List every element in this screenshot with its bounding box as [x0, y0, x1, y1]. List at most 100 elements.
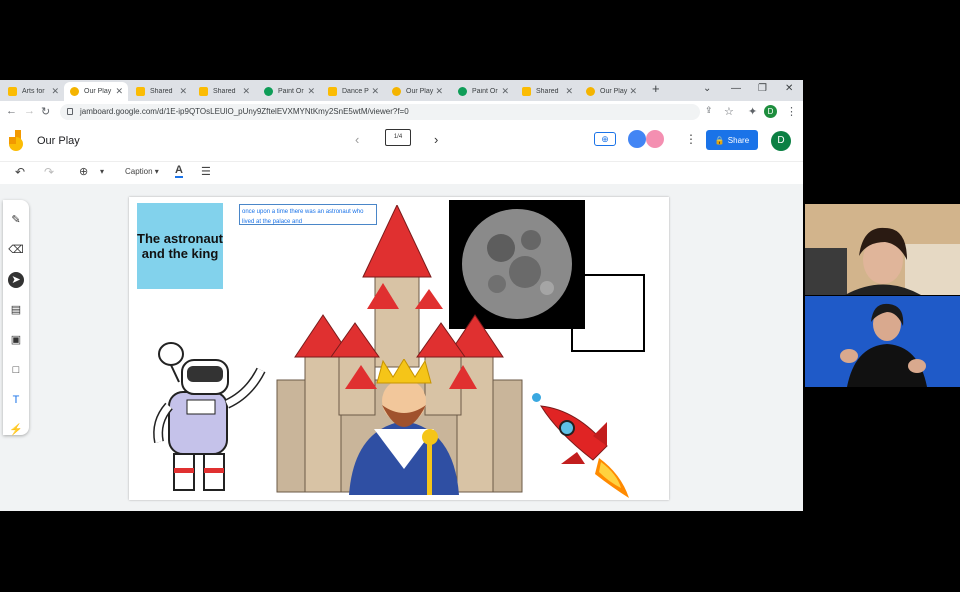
close-icon[interactable]: ✕	[435, 86, 443, 96]
close-icon[interactable]: ✕	[307, 86, 315, 96]
image-icon[interactable]: ▣	[8, 332, 24, 348]
rocket-image[interactable]	[537, 402, 633, 500]
slides-icon	[199, 87, 208, 96]
restore-icon[interactable]: ❐	[758, 83, 767, 94]
jamboard-icon	[392, 87, 401, 96]
video-tile-participant-1	[805, 204, 960, 295]
tab-paint[interactable]: Paint Or ✕	[452, 82, 514, 101]
zoom-dropdown-icon[interactable]: ▾	[100, 167, 104, 176]
close-window-icon[interactable]: ✕	[785, 83, 793, 94]
address-bar-row: ← → ↻ jamboard.google.com/d/1E-ip9QTOsLE…	[0, 101, 803, 124]
king-image[interactable]	[339, 359, 469, 495]
share-button[interactable]: 🔒 Share	[706, 130, 758, 150]
slides-icon	[8, 87, 17, 96]
close-icon[interactable]: ✕	[242, 86, 250, 96]
tab-label: Shared	[536, 88, 559, 95]
close-icon[interactable]: ✕	[629, 86, 637, 96]
tab-shared[interactable]: Shared ✕	[130, 82, 192, 101]
sticky-note[interactable]: The astronaut and the king	[137, 203, 223, 289]
more-vert-icon[interactable]: ⋮	[786, 105, 797, 118]
astronaut-image[interactable]	[149, 342, 269, 497]
document-title[interactable]: Our Play	[37, 135, 80, 147]
app-header: Our Play ‹ 1/4 › ⊕ ⋮ 🔒 Share D	[0, 123, 803, 159]
sticky-note-icon[interactable]: ▤	[8, 302, 24, 318]
undo-icon[interactable]: ↶	[15, 165, 25, 179]
close-icon[interactable]: ✕	[115, 86, 123, 96]
align-icon[interactable]: ☰	[201, 165, 211, 178]
lock-icon: 🔒	[714, 135, 725, 145]
tab-label: Our Play	[600, 88, 628, 95]
tab-arts[interactable]: Arts for ✕	[2, 82, 64, 101]
text-color-icon[interactable]: A	[175, 165, 183, 178]
close-icon[interactable]: ✕	[371, 86, 379, 96]
tab-our-play-active[interactable]: Our Play ✕	[64, 82, 128, 101]
tab-label: Shared	[213, 88, 236, 95]
collaborator-avatar	[628, 130, 646, 148]
tab-shared[interactable]: Shared ✕	[516, 82, 578, 101]
tab-dance[interactable]: Dance P ✕	[322, 82, 384, 101]
tab-paint[interactable]: Paint Or ✕	[258, 82, 320, 101]
jamboard-logo-icon	[9, 130, 23, 151]
participant-video	[805, 296, 960, 387]
lock-icon	[67, 108, 73, 115]
forward-icon[interactable]: →	[24, 105, 35, 117]
slides-icon	[328, 87, 337, 96]
tab-label: Dance P	[342, 88, 369, 95]
jam-frame[interactable]: The astronaut and the king once upon a t…	[129, 197, 669, 500]
tab-our-play[interactable]: Our Play ✕	[580, 82, 642, 101]
tab-our-play[interactable]: Our Play ✕	[386, 82, 448, 101]
video-tile-participant-2	[805, 296, 960, 387]
zoom-icon[interactable]: ⊕	[79, 165, 88, 178]
next-frame-icon[interactable]: ›	[434, 132, 438, 147]
prev-frame-icon[interactable]: ‹	[355, 132, 359, 147]
reload-icon[interactable]: ↻	[41, 105, 50, 118]
present-icon[interactable]: ⊕	[594, 132, 616, 146]
new-tab-icon[interactable]: +	[652, 81, 660, 96]
tab-label: Shared	[150, 88, 173, 95]
share-page-icon[interactable]: ⇪	[705, 105, 713, 116]
eraser-icon[interactable]: ⌫	[8, 242, 24, 258]
user-avatar[interactable]: D	[771, 131, 791, 151]
canvas-area: The astronaut and the king once upon a t…	[0, 184, 803, 511]
participant-video	[805, 204, 960, 295]
slides-icon	[136, 87, 145, 96]
globe-icon	[264, 87, 273, 96]
tab-label: Paint Or	[472, 88, 498, 95]
caption-label: Caption	[125, 167, 153, 176]
slides-icon	[522, 87, 531, 96]
browser-window: Arts for ✕ Our Play ✕ Shared ✕ Shared ✕ Pain…	[0, 80, 803, 511]
chevron-down-icon[interactable]: ⌄	[703, 83, 711, 94]
jamboard-icon	[586, 87, 595, 96]
sticky-note-text: The astronaut and the king	[137, 231, 223, 261]
globe-icon	[458, 87, 467, 96]
tab-bar: Arts for ✕ Our Play ✕ Shared ✕ Shared ✕ Pain…	[0, 80, 803, 101]
select-icon[interactable]: ➤	[8, 272, 24, 288]
square-shape[interactable]	[571, 274, 645, 352]
close-icon[interactable]: ✕	[501, 86, 509, 96]
tab-label: Our Play	[84, 88, 112, 95]
back-icon[interactable]: ←	[6, 105, 17, 117]
close-icon[interactable]: ✕	[51, 86, 59, 96]
caption-menu[interactable]: Caption ▾	[125, 167, 159, 176]
shape-icon[interactable]: □	[8, 362, 24, 378]
close-icon[interactable]: ✕	[565, 86, 573, 96]
text-box-icon[interactable]: T	[8, 392, 24, 408]
extensions-icon[interactable]: ✦	[748, 105, 757, 118]
url-input[interactable]: jamboard.google.com/d/1E-ip9QTOsLEUlO_pU…	[60, 104, 700, 120]
bookmark-star-icon[interactable]: ☆	[724, 105, 734, 118]
laser-icon[interactable]: ⚡	[8, 422, 24, 438]
frame-indicator: 1/4	[393, 134, 403, 140]
redo-icon[interactable]: ↷	[44, 165, 54, 179]
pen-icon[interactable]: ✎	[8, 212, 24, 228]
close-icon[interactable]: ✕	[179, 86, 187, 96]
minimize-icon[interactable]: —	[731, 83, 741, 94]
tab-label: Arts for	[22, 88, 45, 95]
more-vert-icon[interactable]: ⋮	[685, 132, 697, 146]
frame-bar-toggle[interactable]: 1/4	[385, 129, 411, 146]
tab-shared[interactable]: Shared ✕	[193, 82, 255, 101]
toolbar: ↶ ↷ ⊕ ▾ Caption ▾ A ☰	[0, 161, 803, 185]
url-text: jamboard.google.com/d/1E-ip9QTOsLEUlO_pU…	[80, 107, 409, 116]
side-toolbar: ✎ ⌫ ➤ ▤ ▣ □ T ⚡	[3, 200, 29, 438]
profile-avatar[interactable]: D	[764, 105, 777, 118]
comment-icon[interactable]	[532, 393, 541, 402]
